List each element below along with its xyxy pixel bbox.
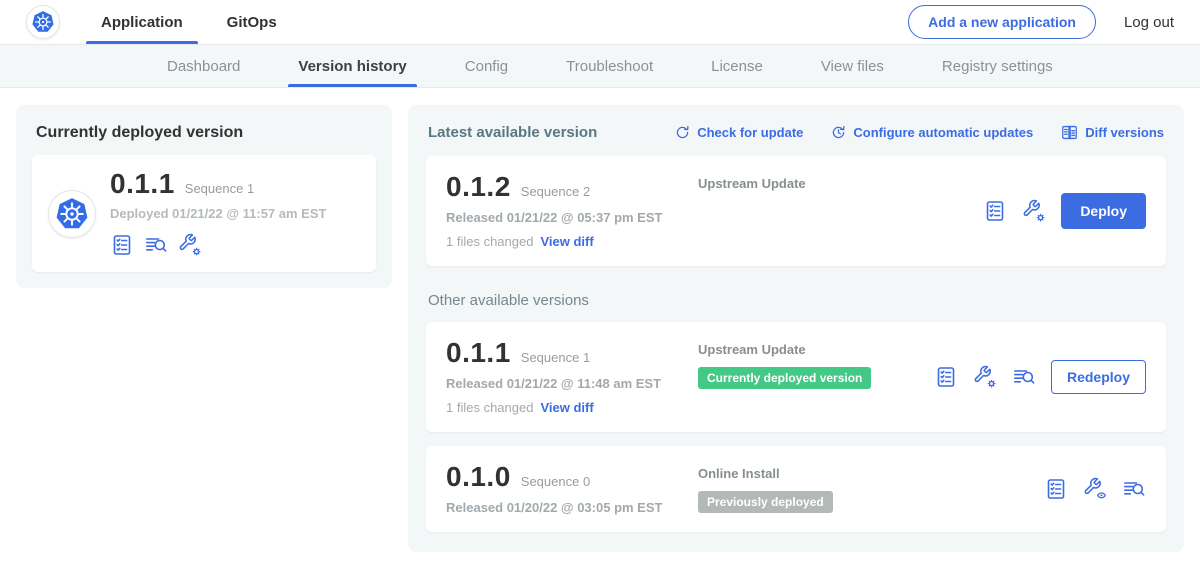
deploy-button[interactable]: Deploy	[1061, 193, 1146, 229]
deploy-logs-icon[interactable]	[1012, 365, 1036, 389]
previously-deployed-badge: Previously deployed	[698, 491, 833, 513]
app-logo	[48, 190, 96, 238]
sequence-label: Sequence 2	[521, 184, 590, 199]
released-timestamp: Released 01/21/22 @ 05:37 pm EST	[446, 210, 698, 225]
released-timestamp: Released 01/21/22 @ 11:48 am EST	[446, 376, 698, 391]
check-for-update-link[interactable]: Check for update	[674, 124, 803, 141]
version-number: 0.1.2	[446, 173, 511, 201]
sequence-label: Sequence 0	[521, 474, 590, 489]
subnav-tab-troubleshoot-label: Troubleshoot	[566, 58, 653, 75]
deployed-timestamp: Deployed 01/21/22 @ 11:57 am EST	[110, 206, 326, 221]
preflight-checklist-icon[interactable]	[934, 365, 958, 389]
diff-versions-label: Diff versions	[1085, 125, 1164, 140]
subnav-tab-view-files[interactable]: View files	[792, 45, 913, 87]
subnav-tab-troubleshoot[interactable]: Troubleshoot	[537, 45, 682, 87]
version-number: 0.1.1	[446, 339, 511, 367]
check-for-update-label: Check for update	[697, 125, 803, 140]
app-subnav: Dashboard Version history Config Trouble…	[0, 45, 1200, 88]
deployed-sequence-label: Sequence 1	[185, 181, 254, 196]
diff-versions-link[interactable]: Diff versions	[1060, 123, 1164, 142]
deploy-logs-icon[interactable]	[144, 233, 168, 257]
files-changed-label: 1 files changed	[446, 234, 533, 249]
logout-button[interactable]: Log out	[1124, 14, 1174, 31]
auto-update-icon	[830, 124, 847, 141]
configure-automatic-updates-link[interactable]: Configure automatic updates	[830, 124, 1033, 141]
edit-config-icon[interactable]	[973, 365, 997, 389]
currently-deployed-badge: Currently deployed version	[698, 367, 871, 389]
files-changed-label: 1 files changed	[446, 400, 533, 415]
subnav-tab-license[interactable]: License	[682, 45, 792, 87]
tab-gitops-label: GitOps	[227, 14, 277, 31]
currently-deployed-version-row: 0.1.1 Sequence 1 Deployed 01/21/22 @ 11:…	[32, 155, 376, 272]
version-source-label: Online Install	[698, 466, 1044, 481]
refresh-icon	[674, 124, 691, 141]
add-new-application-button[interactable]: Add a new application	[908, 5, 1096, 39]
configure-automatic-updates-label: Configure automatic updates	[853, 125, 1033, 140]
latest-available-header: Latest available version	[428, 124, 597, 141]
available-versions-panel: Latest available version Check for updat…	[408, 105, 1184, 552]
deployed-version-number: 0.1.1	[110, 170, 175, 198]
edit-config-icon[interactable]	[1022, 199, 1046, 223]
view-diff-link[interactable]: View diff	[540, 234, 593, 249]
version-source-label: Upstream Update	[698, 176, 983, 191]
edit-config-icon[interactable]	[178, 233, 202, 257]
view-config-icon[interactable]	[1083, 477, 1107, 501]
subnav-tab-view-files-label: View files	[821, 58, 884, 75]
currently-deployed-title: Currently deployed version	[36, 124, 372, 142]
deploy-logs-icon[interactable]	[1122, 477, 1146, 501]
preflight-checklist-icon[interactable]	[110, 233, 134, 257]
subnav-tab-version-history-label: Version history	[298, 58, 406, 75]
version-row-0-1-1: 0.1.1 Sequence 1 Released 01/21/22 @ 11:…	[426, 322, 1166, 432]
subnav-tab-dashboard[interactable]: Dashboard	[138, 45, 269, 87]
kubernetes-logo-icon	[30, 9, 56, 35]
tab-gitops[interactable]: GitOps	[212, 0, 292, 44]
subnav-tab-version-history[interactable]: Version history	[269, 45, 435, 87]
top-app-bar: Application GitOps Add a new application…	[0, 0, 1200, 45]
version-source-label: Upstream Update	[698, 342, 934, 357]
app-logo	[26, 5, 60, 39]
other-available-header: Other available versions	[428, 292, 1164, 309]
diff-icon	[1060, 123, 1079, 142]
view-diff-link[interactable]: View diff	[540, 400, 593, 415]
subnav-tab-config-label: Config	[465, 58, 508, 75]
redeploy-button[interactable]: Redeploy	[1051, 360, 1146, 394]
preflight-checklist-icon[interactable]	[983, 199, 1007, 223]
version-row-0-1-2: 0.1.2 Sequence 2 Released 01/21/22 @ 05:…	[426, 156, 1166, 266]
subnav-tab-registry-settings-label: Registry settings	[942, 58, 1053, 75]
subnav-tab-license-label: License	[711, 58, 763, 75]
version-number: 0.1.0	[446, 463, 511, 491]
released-timestamp: Released 01/20/22 @ 03:05 pm EST	[446, 500, 698, 515]
tab-application-label: Application	[101, 14, 183, 31]
subnav-tab-registry-settings[interactable]: Registry settings	[913, 45, 1082, 87]
version-row-0-1-0: 0.1.0 Sequence 0 Released 01/20/22 @ 03:…	[426, 446, 1166, 532]
subnav-tab-config[interactable]: Config	[436, 45, 537, 87]
tab-application[interactable]: Application	[86, 0, 198, 44]
currently-deployed-card: Currently deployed version 0.1.1 Sequenc…	[16, 105, 392, 288]
sequence-label: Sequence 1	[521, 350, 590, 365]
kubernetes-logo-icon	[53, 195, 91, 233]
subnav-tab-dashboard-label: Dashboard	[167, 58, 240, 75]
preflight-checklist-icon[interactable]	[1044, 477, 1068, 501]
version-history-page: Currently deployed version 0.1.1 Sequenc…	[0, 88, 1200, 564]
